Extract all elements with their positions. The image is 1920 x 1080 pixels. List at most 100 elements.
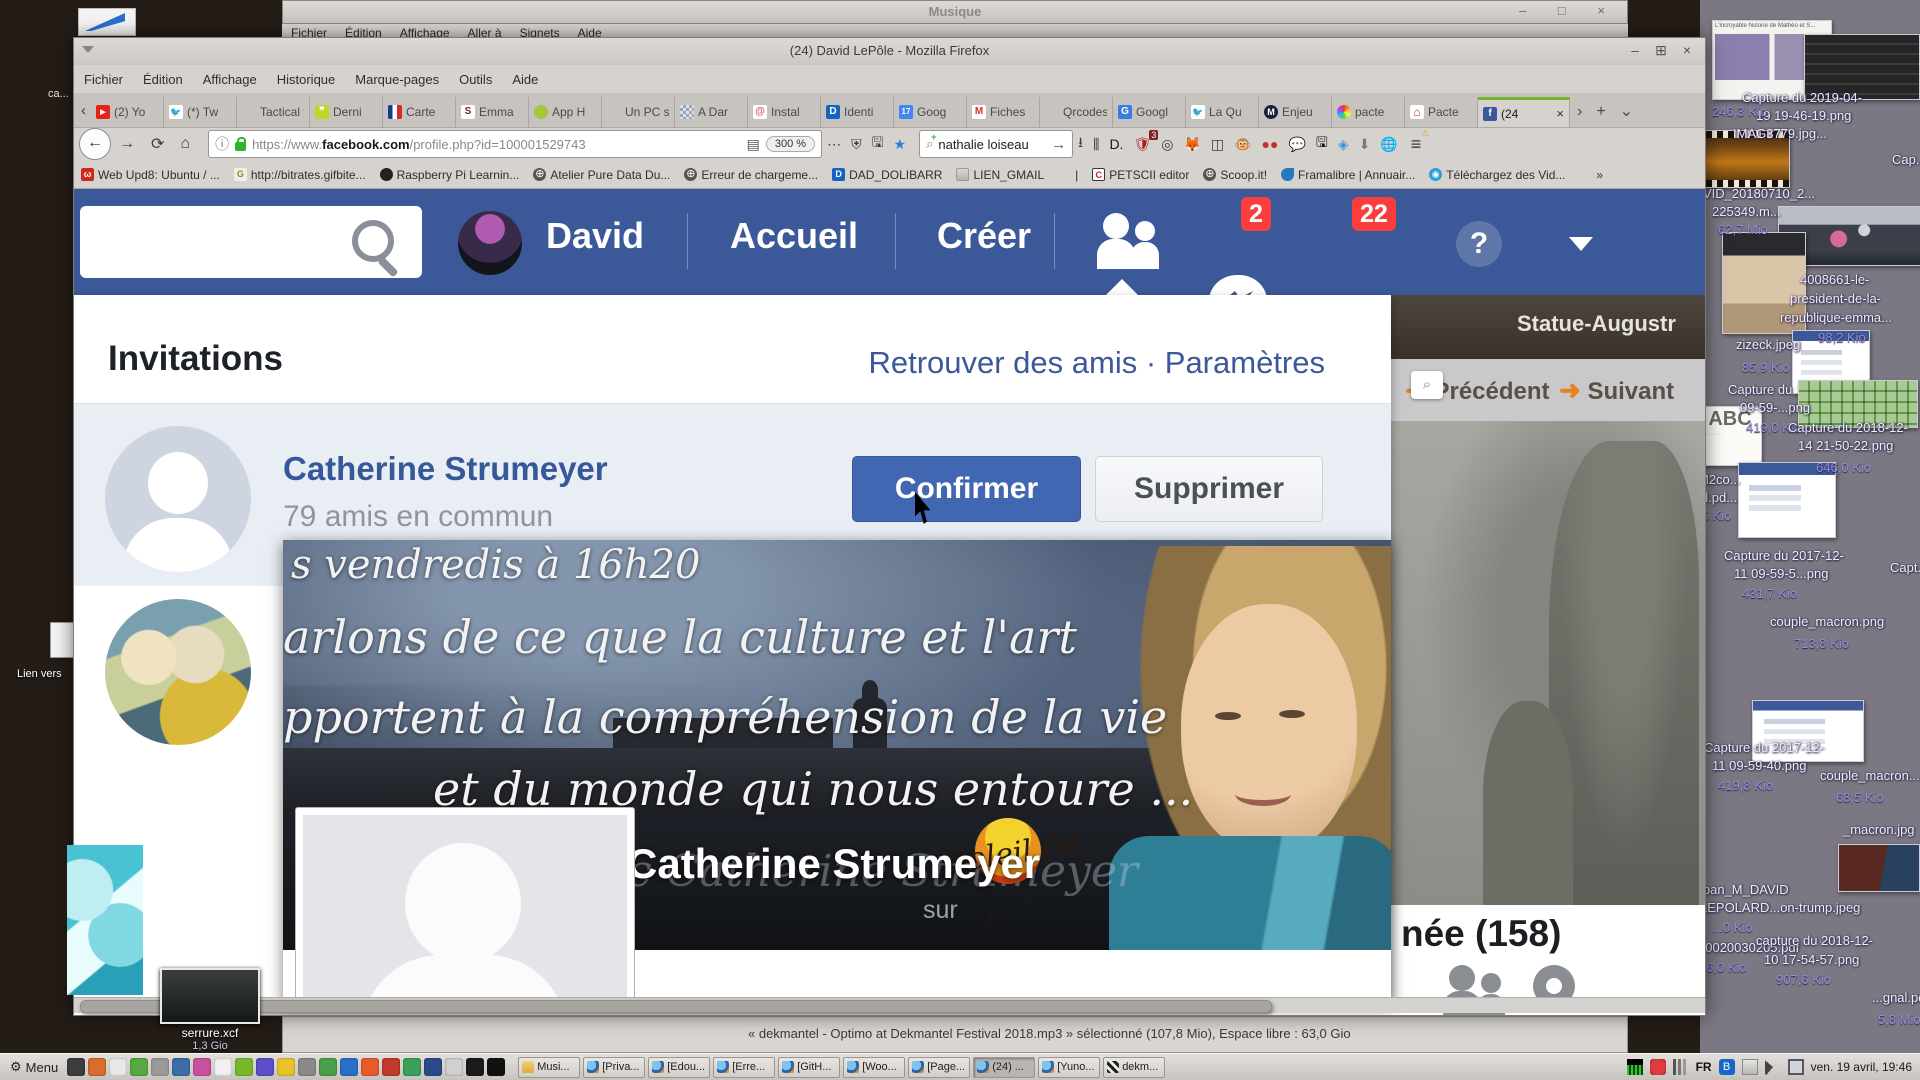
search-value[interactable]: nathalie loiseau	[938, 137, 1028, 152]
url-bar[interactable]: ⓘ https://www.facebook.com/profile.php?i…	[208, 130, 822, 158]
browser-tab[interactable]: Pacte	[1405, 97, 1478, 127]
desktop-file-label[interactable]: capture du 2018-12-	[1756, 933, 1873, 948]
browser-tab[interactable]: Qrcodes_r	[1040, 97, 1113, 127]
desktop-file-label[interactable]: president-de-la-	[1790, 291, 1881, 306]
taskbar-window-button[interactable]: Musi...	[518, 1057, 580, 1078]
search-input[interactable]: ⌕ nathalie loiseau →	[919, 130, 1073, 158]
desktop-file-label[interactable]: 19 19-46-19.png	[1756, 108, 1851, 123]
minimize-button[interactable]: –	[1631, 42, 1639, 58]
account-caret-icon[interactable]	[1569, 237, 1593, 251]
desktop-file-label[interactable]: 11 09-59-40.png	[1712, 758, 1806, 773]
firefox-tabbar[interactable]: ‹ (2) Yo(*) TwTactical teDerniCarteEmmaA…	[74, 93, 1705, 128]
reader-mode-icon[interactable]: ▤	[747, 136, 760, 153]
menu-item[interactable]: Édition	[143, 72, 183, 87]
browser-tab[interactable]: Googl	[1113, 97, 1186, 127]
menu-item[interactable]: Historique	[277, 72, 336, 87]
sphere-icon[interactable]	[151, 1058, 169, 1076]
download-icon[interactable]: ⭳	[1078, 132, 1083, 156]
browser-tab[interactable]: (24×	[1478, 97, 1570, 127]
taskbar-window-button[interactable]: [Erre...	[713, 1057, 775, 1078]
requester-avatar[interactable]	[105, 599, 251, 745]
browser-tab[interactable]: Goog	[894, 97, 967, 127]
taskbar-window-button[interactable]: [Yuno...	[1038, 1057, 1100, 1078]
confirm-button[interactable]: Confirmer	[852, 456, 1081, 522]
taskbar-window-button[interactable]: (24) ...	[973, 1057, 1035, 1078]
browser-tab[interactable]: (*) Tw	[164, 97, 237, 127]
desktop-file-label[interactable]: VID_20180710_2...	[1703, 186, 1815, 201]
prism-icon[interactable]	[256, 1058, 274, 1076]
hovercard-name[interactable]: Catherine Strumeyer	[627, 840, 1040, 888]
bookmark-star-icon[interactable]: ★	[894, 136, 907, 153]
home-button[interactable]: ⌂	[180, 135, 190, 153]
tab-scroll-left[interactable]: ‹	[74, 102, 91, 127]
save-disk-icon[interactable]: 🖫	[1316, 132, 1328, 156]
desktop-file-label[interactable]: 14 21-50-22.png	[1798, 438, 1893, 453]
desktop-file-label[interactable]: _macron.jpg	[1843, 822, 1915, 837]
desktop-file-label[interactable]: couple_macron...	[1820, 768, 1920, 783]
blue2-icon[interactable]	[424, 1058, 442, 1076]
bookmark-item[interactable]: |	[1058, 168, 1078, 182]
extension-d-icon[interactable]: D.	[1109, 136, 1123, 152]
browser-tab[interactable]: Identi	[821, 97, 894, 127]
profile-picture-placeholder[interactable]	[295, 807, 635, 1007]
desktop-file-label[interactable]: republique-emma...	[1780, 310, 1892, 325]
volume-icon[interactable]	[1765, 1059, 1781, 1075]
help-icon[interactable]: ?	[1456, 221, 1502, 267]
keyboard-layout[interactable]: FR	[1696, 1060, 1712, 1074]
musique-titlebar[interactable]: Musique – □ ×	[282, 0, 1628, 24]
desktop-file-label[interactable]: 11 09-59-5...png	[1734, 566, 1828, 581]
pointer-icon[interactable]	[487, 1058, 505, 1076]
page-actions-icon[interactable]: ⋯	[827, 136, 841, 153]
save-page-icon[interactable]: 🖫	[872, 132, 884, 156]
bookmark-item[interactable]: http://bitrates.gifbite...	[234, 168, 366, 182]
mail-icon[interactable]	[1742, 1059, 1758, 1075]
browser-tab[interactable]: La Qu	[1186, 97, 1259, 127]
chat-bubble-icon[interactable]: 💬	[1288, 136, 1305, 153]
clock[interactable]: ven. 19 avril, 19:46	[1811, 1060, 1916, 1074]
sublime-icon[interactable]	[340, 1058, 358, 1076]
gimp-thumbnail[interactable]: serrure.xcf 1,3 Gio	[160, 968, 260, 1052]
hamburger-menu-icon[interactable]: ≡⚠	[1411, 134, 1422, 155]
bookmark-item[interactable]: LIEN_GMAIL	[956, 168, 1044, 182]
musique-menu-item[interactable]: Signets	[520, 26, 560, 37]
search-go-icon[interactable]: →	[1051, 136, 1066, 153]
facebook-search-box[interactable]	[80, 206, 422, 278]
bookmark-item[interactable]: Scoop.it!	[1203, 168, 1267, 182]
create-link[interactable]: Créer	[937, 215, 1031, 257]
bookmarks-toolbar[interactable]: Web Upd8: Ubuntu / ...http://bitrates.gi…	[74, 161, 1705, 189]
desktop-file-label[interactable]: Capture du 2019-04-	[1742, 90, 1862, 105]
menu-item[interactable]: Aide	[512, 72, 538, 87]
desktop-thumbnail-abc[interactable]: ABC________	[1698, 406, 1762, 466]
desktop-file-label[interactable]: 10 17-54-57.png	[1764, 952, 1859, 967]
desktop-file-label[interactable]: 09-59-...png	[1740, 400, 1810, 415]
library-icon[interactable]: ⫼	[1093, 136, 1099, 153]
bookmark-item[interactable]: Raspberry Pi Learnin...	[380, 168, 520, 182]
blue-app-icon[interactable]	[172, 1058, 190, 1076]
musique-menu-item[interactable]: Fichier	[291, 26, 327, 37]
bookmark-item[interactable]: DAD_DOLIBARR	[832, 168, 942, 182]
green-app-icon[interactable]	[235, 1058, 253, 1076]
new-tab-button[interactable]: +	[1589, 103, 1612, 127]
reload-button[interactable]: ⟳	[151, 134, 164, 154]
bluetooth-icon[interactable]: B	[1719, 1059, 1735, 1075]
bolt-icon[interactable]	[361, 1058, 379, 1076]
desktop-file-label[interactable]: iban_M_DAVID	[1700, 882, 1789, 897]
desktop-file-label[interactable]: IMAG3779.jpg...	[1733, 126, 1827, 141]
browser-tab[interactable]: Un PC sou	[602, 97, 675, 127]
menu-item[interactable]: Outils	[459, 72, 492, 87]
requester-avatar[interactable]	[105, 426, 251, 572]
firefox-window-controls[interactable]: –⊞×	[1615, 42, 1691, 59]
musique-menu-item[interactable]: Édition	[345, 26, 382, 37]
browser-tab[interactable]: Fiches	[967, 97, 1040, 127]
bookmark-item[interactable]: PETSCII editor	[1092, 168, 1189, 182]
search-engine-icon[interactable]: ⌕	[926, 136, 933, 152]
site-info-icon[interactable]: ⓘ	[215, 134, 229, 154]
terminal-icon[interactable]	[67, 1058, 85, 1076]
desktop-file-label[interactable]: Capt...	[1890, 560, 1920, 575]
home-link[interactable]: Accueil	[730, 215, 858, 257]
taskbar-window-button[interactable]: dekm...	[1103, 1057, 1165, 1078]
target-icon[interactable]: ◎	[1161, 136, 1173, 153]
palette-icon[interactable]	[193, 1058, 211, 1076]
menu-item[interactable]: Fichier	[84, 72, 123, 87]
browser-tab[interactable]: Tactical te	[237, 97, 310, 127]
